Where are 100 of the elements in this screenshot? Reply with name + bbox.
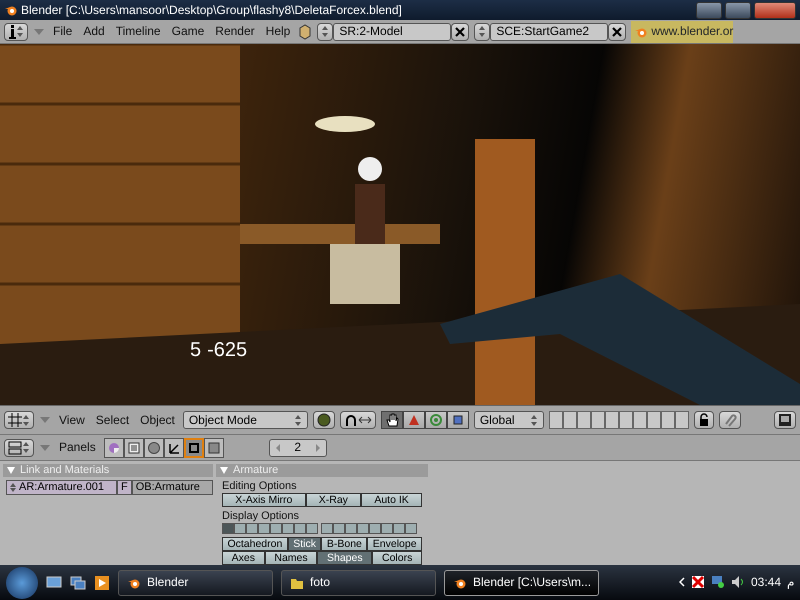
object-field[interactable]: OB:Armature <box>132 480 213 495</box>
lock-button[interactable] <box>694 411 714 429</box>
dropdown-button[interactable] <box>317 22 334 40</box>
snap-button[interactable] <box>718 411 741 429</box>
speaker-icon[interactable] <box>730 575 745 590</box>
layer-button[interactable] <box>618 411 633 429</box>
section-label: Editing Options <box>222 480 298 493</box>
toggle-button[interactable]: Stick <box>288 537 322 551</box>
layer-toggle[interactable] <box>333 523 345 534</box>
close-icon <box>612 26 622 36</box>
layer-toggle[interactable] <box>258 523 270 534</box>
layer-toggle[interactable] <box>345 523 357 534</box>
layer-toggle[interactable] <box>306 523 318 534</box>
layer-button[interactable] <box>674 411 689 429</box>
up-down-arrows-icon <box>530 414 538 426</box>
layer-button[interactable] <box>604 411 619 429</box>
toggle-button[interactable]: Envelope <box>367 537 422 551</box>
layer-toggle[interactable] <box>369 523 381 534</box>
menu-item[interactable]: Select <box>92 412 132 428</box>
windows-icon[interactable] <box>70 576 86 590</box>
layer-toggle[interactable] <box>405 523 417 534</box>
menu-item[interactable]: Add <box>80 24 108 39</box>
layer-button[interactable] <box>660 411 675 429</box>
draw-type-button[interactable] <box>312 411 335 429</box>
editor-type-button[interactable] <box>4 22 28 40</box>
context-tab[interactable] <box>144 438 164 458</box>
fake-user-button[interactable]: F <box>116 480 132 495</box>
layer-button[interactable] <box>576 411 591 429</box>
layer-toggle[interactable] <box>381 523 393 534</box>
layer-toggle[interactable] <box>393 523 405 534</box>
editor-type-button[interactable] <box>4 411 34 429</box>
maximize-button[interactable] <box>725 2 751 18</box>
menu-item[interactable]: View <box>56 412 88 428</box>
picture-icon <box>206 440 221 454</box>
dropdown-button[interactable] <box>474 22 490 40</box>
layer-button[interactable] <box>632 411 647 429</box>
toggle-button[interactable]: Octahedron <box>222 537 288 551</box>
menu-item[interactable]: Help <box>262 24 294 39</box>
taskbar-button[interactable]: Blender [C:\Users\m... <box>444 570 599 596</box>
layer-toggle[interactable] <box>282 523 294 534</box>
close-button[interactable] <box>754 2 796 18</box>
start-button[interactable] <box>6 566 38 598</box>
up-down-arrows-icon <box>22 414 30 426</box>
manipulator-button[interactable] <box>446 411 469 429</box>
minimize-button[interactable] <box>696 2 722 18</box>
network-icon[interactable] <box>710 575 725 590</box>
layer-toggle[interactable] <box>357 523 369 534</box>
toggle-button[interactable]: Axes <box>222 551 265 565</box>
toggle-button[interactable]: Auto IK <box>361 493 422 507</box>
delete-button[interactable] <box>451 22 470 40</box>
up-down-arrows-icon <box>16 25 24 38</box>
context-tab[interactable] <box>184 438 204 458</box>
toggle-button[interactable]: X-Ray <box>306 493 362 507</box>
pivot-icon <box>344 413 358 427</box>
layer-button[interactable] <box>646 411 661 429</box>
editor-type-button[interactable] <box>4 438 34 456</box>
menu-item[interactable]: Game <box>168 24 208 39</box>
scene-field[interactable]: SCE:StartGame2 <box>490 22 608 40</box>
manipulator-button[interactable] <box>402 411 425 429</box>
menu-item[interactable]: Render <box>212 24 258 39</box>
screen-field[interactable]: SR:2-Model <box>333 22 452 40</box>
desktop-icon[interactable] <box>46 576 62 590</box>
layer-button[interactable] <box>548 411 563 429</box>
chevron-icon[interactable] <box>678 577 685 588</box>
layer-toggle[interactable] <box>321 523 333 534</box>
manipulator-button[interactable] <box>424 411 447 429</box>
mode-dropdown[interactable]: Object Mode <box>182 411 308 429</box>
context-tab[interactable] <box>124 438 144 458</box>
toggle-button[interactable]: B-Bone <box>321 537 368 551</box>
layer-toggle[interactable] <box>294 523 306 534</box>
layer-toggle[interactable] <box>270 523 282 534</box>
context-tab[interactable] <box>164 438 184 458</box>
armature-field[interactable]: AR:Armature.001 <box>6 480 117 495</box>
manipulator-button[interactable] <box>380 411 403 429</box>
sphere-icon <box>146 440 161 454</box>
up-down-arrows-icon <box>321 25 330 38</box>
toggle-button[interactable]: Colors <box>372 551 422 565</box>
context-tab[interactable] <box>104 438 124 458</box>
layer-toggle[interactable] <box>234 523 246 534</box>
render-button[interactable] <box>774 411 796 429</box>
menu-item[interactable]: Object <box>137 412 178 428</box>
orientation-dropdown[interactable]: Global <box>474 411 544 429</box>
solid-shading-icon <box>316 413 331 427</box>
taskbar-button[interactable]: foto <box>281 570 436 596</box>
taskbar-button[interactable]: Blender <box>118 570 273 596</box>
layer-button[interactable] <box>562 411 577 429</box>
pivot-button[interactable] <box>340 411 376 429</box>
play-icon[interactable] <box>94 574 110 590</box>
toggle-button[interactable]: Names <box>264 551 318 565</box>
toggle-button[interactable]: X-Axis Mirro <box>222 493 306 507</box>
context-tab[interactable] <box>204 438 224 458</box>
menu-item[interactable]: File <box>50 24 76 39</box>
toggle-button[interactable]: Shapes <box>317 551 372 565</box>
menu-item[interactable]: Timeline <box>112 24 164 39</box>
delete-button[interactable] <box>608 22 626 40</box>
blender-logo-icon <box>4 4 18 16</box>
magnet-icon <box>722 413 737 427</box>
layer-button[interactable] <box>590 411 605 429</box>
layer-toggle[interactable] <box>246 523 258 534</box>
layer-toggle[interactable] <box>222 523 234 534</box>
